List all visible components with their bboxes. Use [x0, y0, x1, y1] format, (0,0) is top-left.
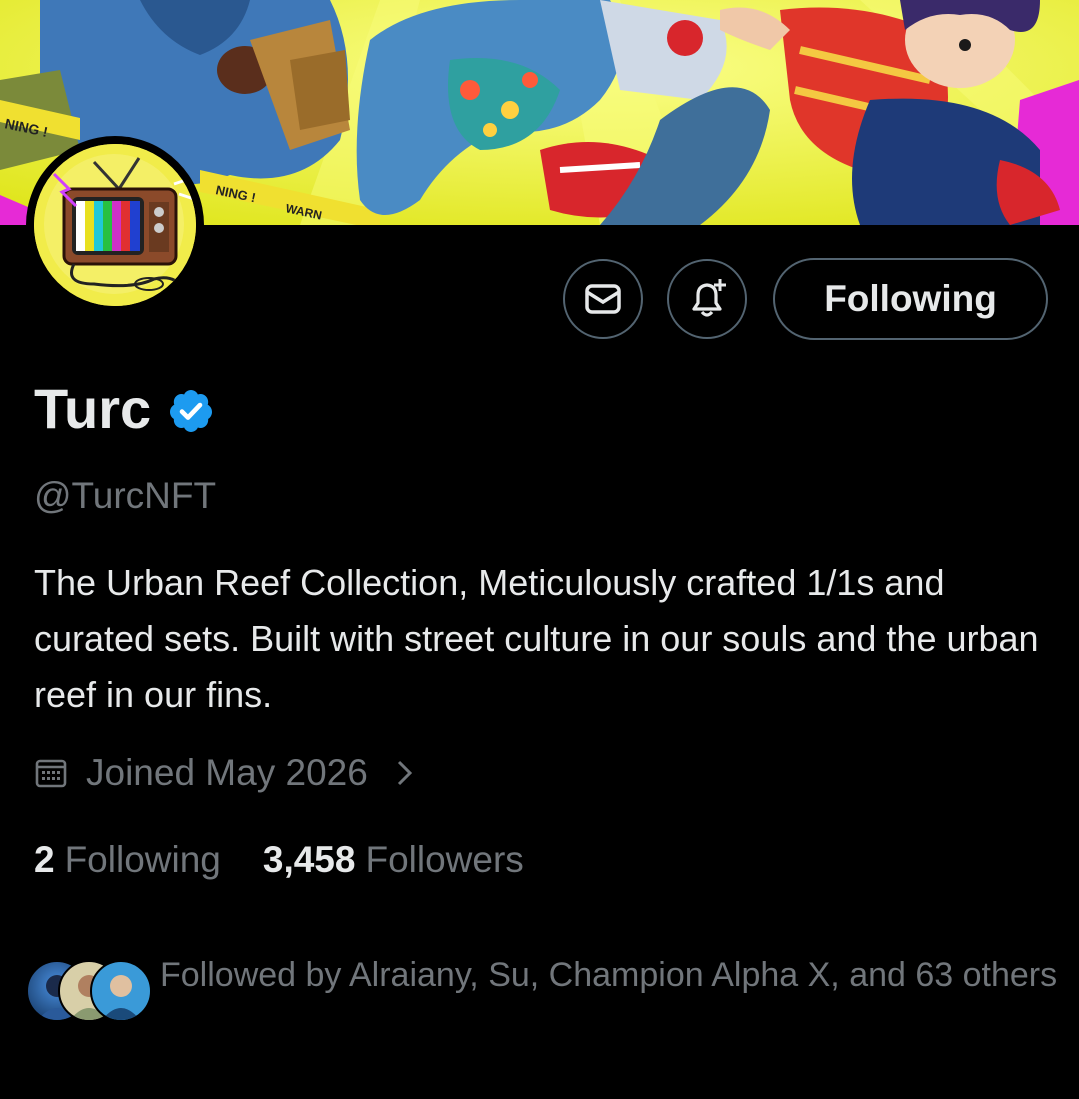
follower-avatars	[26, 960, 152, 1024]
calendar-icon	[35, 759, 67, 788]
followed-by-row[interactable]: Followed by Alraiany, Su, Champion Alpha…	[26, 950, 1060, 1024]
bell-plus-icon	[692, 279, 726, 317]
following-count-link[interactable]: 2 Following	[34, 839, 221, 881]
follower-avatar	[90, 960, 152, 1022]
followers-count: 3,458	[262, 839, 356, 880]
message-button[interactable]	[563, 259, 643, 339]
profile-bio: The Urban Reef Collection, Meticulously …	[34, 562, 1039, 715]
avatar-image	[34, 144, 196, 306]
joined-date-row[interactable]: Joined May 2026	[34, 752, 416, 794]
following-button[interactable]: Following	[773, 258, 1048, 340]
follow-stats: 2 Following 3,458 Followers	[34, 839, 524, 881]
verified-badge-icon[interactable]	[167, 387, 215, 435]
following-label: Following	[64, 839, 221, 880]
followed-by-text: Followed by Alraiany, Su, Champion Alpha…	[160, 956, 1058, 994]
envelope-icon	[585, 284, 621, 314]
joined-date: Joined May 2026	[86, 752, 368, 793]
chevron-right-icon	[397, 760, 412, 786]
following-count: 2	[34, 839, 55, 880]
profile-name: Turc	[34, 377, 152, 440]
profile-avatar[interactable]	[26, 136, 204, 314]
profile-name-row: Turc	[34, 376, 215, 441]
followers-count-link[interactable]: 3,458 Followers	[263, 839, 524, 881]
notifications-button[interactable]	[667, 259, 747, 339]
profile-handle: @TurcNFT	[34, 475, 217, 516]
followers-label: Followers	[365, 839, 524, 880]
